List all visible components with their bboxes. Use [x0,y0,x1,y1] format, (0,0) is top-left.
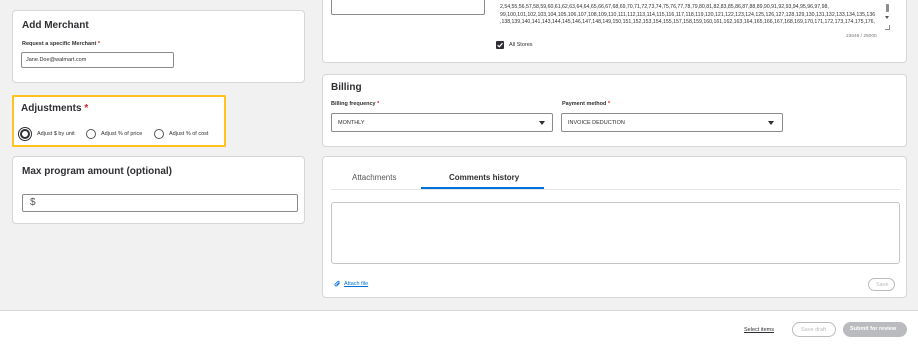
payment-method-select[interactable]: INVOICE DEDUCTION [561,113,783,132]
tab-label: Comments history [449,173,520,182]
billing-frequency-value: MONTHLY [338,120,365,126]
chevron-down-icon [768,121,774,125]
radio-focused-icon[interactable] [20,129,30,139]
attach-file-label: Attach file [344,281,369,287]
adjust-option-label: Adjust % of cost [169,131,209,137]
payment-method-label: Payment method * [562,101,610,107]
radio-icon[interactable] [86,129,96,139]
attach-file-link[interactable]: Attach file [332,279,382,289]
all-stores-label: All Stores [509,42,533,48]
save-comment-label: Save [876,282,889,288]
store-line: 2,54,55,56,57,58,59,60,61,62,63,64,64,65… [500,4,829,10]
save-comment-button[interactable]: Save [868,278,895,291]
add-merchant-title: Add Merchant [22,20,89,31]
stores-card: 2,54,55,56,57,58,59,60,61,62,63,64,64,65… [322,0,907,63]
store-line: 99,100,101,102,103,104,105,106,107,108,1… [500,11,875,18]
adjust-option-label: Adjust % of price [101,131,143,137]
billing-card: Billing Billing frequency * MONTHLY Paym… [322,74,907,147]
save-draft-label: Save draft [801,327,827,333]
check-icon [497,42,503,48]
billing-frequency-label: Billing frequency * [331,101,380,107]
tabs-divider [331,189,900,190]
billing-frequency-select[interactable]: MONTHLY [331,113,553,132]
store-char-count: 23646 / 25000 [846,34,877,39]
submit-review-button[interactable]: Submit for review [843,322,907,337]
save-draft-button[interactable]: Save draft [792,322,836,337]
tab-attachments[interactable]: Attachments [331,165,418,189]
currency-symbol: $ [30,197,36,208]
max-program-input[interactable]: $ [22,194,298,212]
add-merchant-card: Add Merchant Request a specific Merchant… [12,10,305,83]
select-items-link[interactable]: Select items [744,327,774,333]
comments-card: Attachments Comments history Attach file… [322,156,907,298]
chevron-down-icon [539,121,545,125]
payment-method-value: INVOICE DEDUCTION [568,120,625,126]
scrollbar-thumb[interactable] [886,4,889,12]
merchant-email-field[interactable]: Jane.Doe@walmart.com [21,52,174,68]
adjustments-card: Adjustments * Adjust $ by unit Adjust % … [12,95,226,147]
all-stores-checkbox[interactable] [496,41,504,49]
adjustments-title: Adjustments * [21,103,89,114]
paperclip-icon [334,280,340,287]
submit-review-label: Submit for review [850,326,897,332]
max-program-title: Max program amount (optional) [22,166,172,177]
scroll-down-icon[interactable] [885,16,889,19]
comment-textarea[interactable] [331,202,900,264]
store-number-list[interactable]: 2,54,55,56,57,58,59,60,61,62,63,64,64,65… [500,4,875,27]
tab-label: Attachments [352,173,397,182]
adjust-option-label: Adjust $ by unit [37,131,75,137]
radio-icon[interactable] [154,129,164,139]
merchant-field-label: Request a specific Merchant * [22,41,100,47]
resize-handle-icon[interactable] [885,25,890,30]
footer-bar: Select items Save draft Submit for revie… [0,310,918,348]
max-program-card: Max program amount (optional) $ [12,156,305,224]
store-search-input[interactable] [331,0,485,15]
store-line: ,138,139,140,141,143,144,145,146,147,148… [500,19,875,25]
tab-comments-history[interactable]: Comments history [421,165,544,189]
billing-title: Billing [331,82,362,93]
merchant-email-value: Jane.Doe@walmart.com [26,57,87,63]
